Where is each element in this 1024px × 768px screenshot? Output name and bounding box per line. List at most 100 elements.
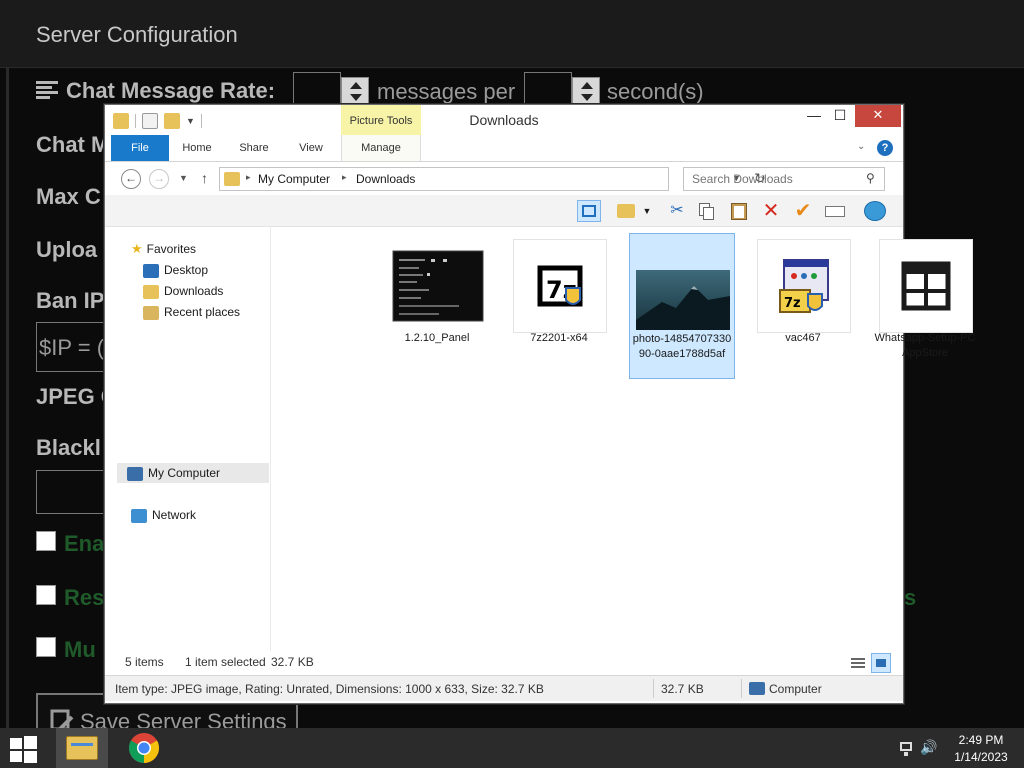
tab-file[interactable]: File — [111, 135, 169, 161]
file-item[interactable]: 7z vac467 — [751, 233, 855, 379]
nav-network-label: Network — [152, 508, 197, 522]
details-location: Computer — [769, 682, 822, 696]
setup-installer-icon: 7z — [779, 259, 829, 313]
restrict-checkbox-label: Res — [64, 585, 105, 610]
chat-rate-messages-input[interactable] — [293, 72, 341, 106]
breadcrumb-separator-icon[interactable]: ▸ — [342, 172, 347, 183]
picture-tools-context-label: Picture Tools — [341, 105, 421, 135]
forward-button[interactable]: → — [149, 169, 169, 189]
chat-rate-seconds-input[interactable] — [524, 72, 572, 106]
messages-per-label: messages per — [377, 79, 516, 104]
help-icon[interactable]: ? — [877, 140, 893, 156]
nav-my-computer[interactable]: My Computer — [117, 463, 269, 483]
file-item[interactable]: Whatsapp-Setup-PCAppStore — [873, 233, 975, 379]
chat-rate-label: Chat Message Rate: — [66, 78, 276, 103]
nav-downloads-label: Downloads — [164, 284, 224, 298]
nav-favorites[interactable]: ★ Favorites — [131, 239, 196, 259]
desktop-icon — [143, 263, 159, 278]
customize-qat-icon[interactable]: ▼ — [186, 116, 195, 126]
details-view-icon[interactable] — [849, 655, 867, 671]
server-config-titlebar: Server Configuration — [0, 0, 1024, 68]
taskbar-chrome-button[interactable] — [118, 728, 170, 768]
folder-dropdown-icon[interactable]: ▼ — [641, 200, 653, 222]
tab-manage[interactable]: Manage — [341, 135, 421, 161]
mute-checkbox[interactable] — [36, 637, 56, 657]
network-tray-icon[interactable] — [898, 740, 914, 756]
close-button[interactable]: ✕ — [855, 105, 901, 127]
explorer-titlebar[interactable]: ▼ Picture Tools Downloads — ☐ ✕ — [105, 105, 903, 135]
file-item[interactable]: 1.2.10_Panel — [385, 233, 489, 379]
folder-down-icon[interactable] — [113, 113, 129, 129]
ban-ip-input[interactable]: $IP = ( — [36, 322, 106, 372]
clock-date[interactable]: 1/14/2023 — [946, 750, 1016, 764]
maximize-button[interactable]: ☐ — [825, 105, 855, 127]
cut-icon[interactable]: ✂ — [665, 200, 689, 222]
restrict-checkbox-label-tail: s — [904, 585, 917, 610]
breadcrumb-separator-icon[interactable]: ▸ — [246, 172, 251, 183]
nav-desktop[interactable]: Desktop — [143, 260, 208, 280]
navigation-pane: ★ Favorites Desktop Downloads Recent plac… — [105, 227, 271, 661]
rename-icon[interactable] — [823, 200, 847, 222]
network-icon — [131, 508, 147, 523]
server-config-title: Server Configuration — [36, 22, 238, 47]
max-c-label: Max C — [36, 184, 101, 209]
chat-rate-seconds-stepper[interactable] — [572, 77, 600, 105]
ribbon-tabs: File Home Share View Manage ⌄ ? — [105, 135, 903, 162]
explorer-window[interactable]: ▼ Picture Tools Downloads — ☐ ✕ File Hom… — [104, 104, 975, 704]
file-item[interactable]: 7z 7z2201-x64 — [507, 233, 611, 379]
recent-locations-icon[interactable]: ▼ — [179, 173, 188, 183]
windows-start-icon[interactable] — [10, 736, 38, 763]
address-bar[interactable]: ▸ My Computer ▸ Downloads ▼ ↻ — [219, 167, 766, 191]
file-thumbnail — [391, 239, 485, 333]
enable-checkbox[interactable] — [36, 531, 56, 551]
nav-recent-label: Recent places — [164, 305, 241, 319]
details-size: 32.7 KB — [661, 682, 704, 696]
properties-icon[interactable] — [142, 113, 158, 129]
chat-rate-messages-stepper[interactable] — [341, 77, 369, 105]
quick-access-toolbar: ▼ — [113, 112, 202, 130]
blackl-label: Blackl — [36, 435, 101, 460]
tab-home[interactable]: Home — [173, 135, 221, 161]
taskbar-file-explorer-button[interactable] — [56, 728, 108, 768]
tab-share[interactable]: Share — [231, 135, 277, 161]
tab-view[interactable]: View — [289, 135, 333, 161]
nav-my-computer-label: My Computer — [148, 466, 221, 480]
file-name: photo-1485470733090-0aae1788d5af — [632, 333, 732, 360]
taskbar: 🔊 2:49 PM 1/14/2023 — [0, 728, 1024, 768]
checkmark-icon[interactable]: ✔ — [791, 200, 815, 222]
chevron-down-icon[interactable]: ⌄ — [857, 141, 865, 152]
search-input[interactable] — [684, 168, 864, 190]
ban-ip-input-value: $IP = ( — [39, 335, 105, 360]
up-arrow-icon[interactable]: ↑ — [201, 170, 208, 186]
toolbar-separator — [135, 114, 136, 128]
large-icons-view-icon[interactable] — [871, 653, 891, 673]
globe-icon[interactable] — [863, 200, 887, 222]
ban-ip-label: Ban IP — [36, 288, 105, 313]
window-grid-icon — [901, 261, 951, 311]
7zip-installer-icon: 7z — [537, 265, 583, 307]
preview-pane-icon[interactable] — [577, 200, 601, 222]
details-separator — [741, 679, 742, 698]
file-item-selected[interactable]: photo-1485470733090-0aae1788d5af — [629, 233, 735, 379]
nav-desktop-label: Desktop — [164, 263, 209, 277]
back-button[interactable]: ← — [121, 169, 141, 189]
volume-tray-icon[interactable]: 🔊 — [920, 740, 937, 756]
copy-icon[interactable] — [695, 200, 719, 222]
nav-recent-places[interactable]: Recent places — [143, 302, 240, 322]
search-icon[interactable]: ⚲ — [866, 171, 875, 185]
paste-icon[interactable] — [727, 200, 751, 222]
file-list: 1.2.10_Panel 7z 7z2201-x64 photo-1485470… — [271, 227, 975, 661]
new-folder-icon[interactable] — [164, 113, 180, 129]
seconds-label: second(s) — [607, 79, 704, 104]
server-config-left-border — [6, 68, 9, 728]
restrict-checkbox[interactable] — [36, 585, 56, 605]
breadcrumb-downloads[interactable]: Downloads — [356, 172, 415, 186]
nav-downloads[interactable]: Downloads — [143, 281, 223, 301]
breadcrumb-my-computer[interactable]: My Computer — [258, 172, 330, 186]
search-box[interactable]: ⚲ — [683, 167, 885, 191]
nav-network[interactable]: Network — [131, 505, 196, 525]
blacklist-input[interactable] — [36, 470, 106, 514]
clock-time[interactable]: 2:49 PM — [946, 733, 1016, 747]
delete-icon[interactable]: ✕ — [759, 200, 783, 222]
move-to-folder-icon[interactable] — [615, 200, 639, 222]
